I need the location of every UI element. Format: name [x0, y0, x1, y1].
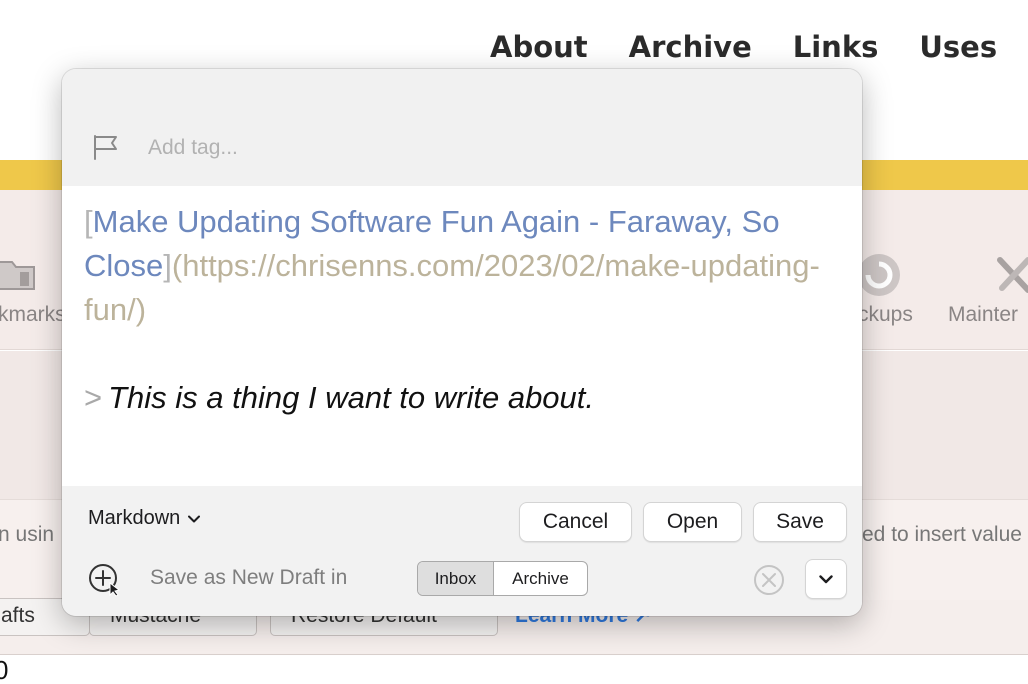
open-button[interactable]: Open — [643, 502, 742, 542]
quote-text: This is a thing I want to write about. — [108, 380, 595, 415]
destination-segmented-control: Inbox Archive — [417, 561, 588, 596]
draft-editor[interactable]: [Make Updating Software Fun Again - Fara… — [62, 186, 862, 486]
new-draft-plus-icon[interactable] — [88, 563, 122, 597]
pref-maintenance[interactable]: Mainter — [948, 303, 1018, 327]
cancel-button[interactable]: Cancel — [519, 502, 632, 542]
hint-text-right: ed to insert value — [862, 523, 1022, 546]
syntax-dropdown[interactable]: Markdown — [88, 507, 201, 530]
quote-marker: > — [84, 380, 103, 415]
chevron-down-icon — [188, 515, 201, 522]
nav-links[interactable]: Links — [793, 30, 879, 64]
pref-backups[interactable]: ckups — [858, 303, 913, 327]
destination-inbox[interactable]: Inbox — [418, 562, 494, 595]
flag-icon[interactable] — [90, 132, 120, 162]
nav-uses[interactable]: Uses — [919, 30, 997, 64]
save-as-label: Save as New Draft in — [150, 566, 348, 589]
link-url: (https://chrisenns.com/2023/02/make-upda… — [84, 248, 820, 327]
link-open-bracket: [ — [84, 204, 93, 239]
stray-digit: 0 — [0, 655, 9, 684]
pref-bookmarks[interactable]: kmarks — [0, 303, 66, 327]
markdown-link-line: [Make Updating Software Fun Again - Fara… — [84, 200, 840, 332]
clear-icon[interactable] — [753, 564, 785, 596]
bookmarks-icon — [0, 261, 35, 290]
popup-footer: Markdown Cancel Open Save Save as New Dr… — [62, 486, 862, 616]
nav-about[interactable]: About — [490, 30, 588, 64]
save-button[interactable]: Save — [753, 502, 847, 542]
link-close-bracket: ] — [163, 248, 172, 283]
tag-input[interactable] — [148, 133, 748, 163]
syntax-label: Markdown — [88, 507, 181, 529]
site-nav: About Archive Links Uses L — [490, 30, 1028, 64]
destination-archive[interactable]: Archive — [494, 562, 587, 595]
blockquote-line: > This is a thing I want to write about. — [84, 376, 840, 420]
capture-popup: [Make Updating Software Fun Again - Fara… — [62, 69, 862, 616]
chevron-down-icon — [819, 574, 833, 583]
expand-button[interactable] — [805, 559, 847, 599]
tag-row — [62, 69, 862, 186]
page-bottom — [0, 655, 1028, 684]
nav-archive[interactable]: Archive — [629, 30, 752, 64]
hint-text-left: n usin — [0, 523, 55, 546]
wrench-icon — [997, 257, 1028, 293]
